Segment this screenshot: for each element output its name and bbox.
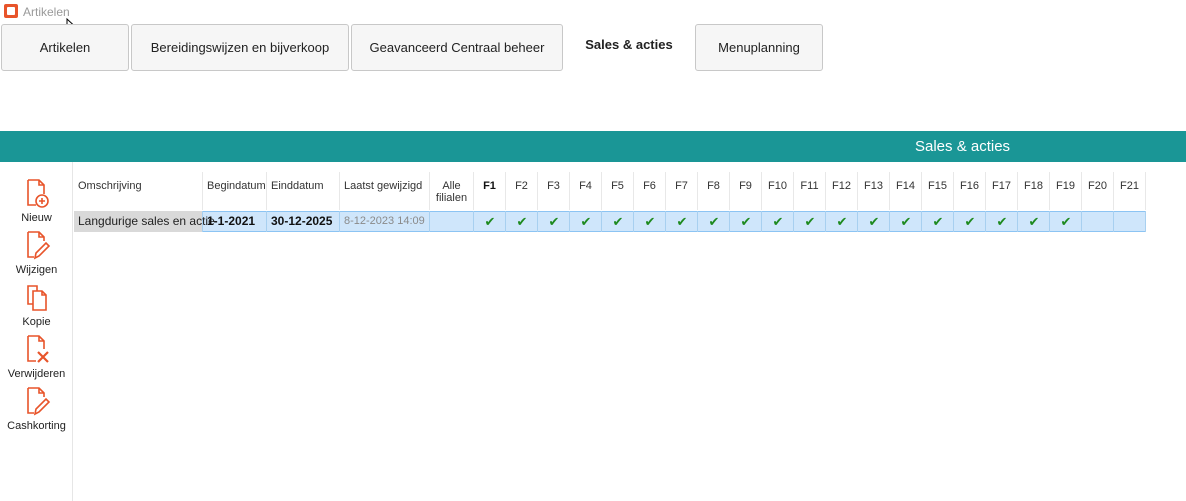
- cell-begindatum[interactable]: 1-1-2021: [203, 211, 267, 232]
- column-header-begindatum[interactable]: Begindatum: [203, 172, 267, 210]
- cell-omschrijving[interactable]: Langdurige sales en actie: [74, 211, 215, 232]
- checkmark-icon: ✔: [740, 214, 752, 229]
- column-header-f5[interactable]: F5: [602, 172, 634, 210]
- column-header-alle-filialen[interactable]: Alle filialen: [430, 172, 474, 210]
- section-header-bar: Sales & acties: [0, 131, 1186, 162]
- column-header-f12[interactable]: F12: [826, 172, 858, 210]
- document-add-icon: [26, 179, 49, 208]
- column-header-f7[interactable]: F7: [666, 172, 698, 210]
- checkmark-icon: ✔: [996, 214, 1008, 229]
- title-bar: Artikelen: [0, 0, 1186, 37]
- column-header-f11[interactable]: F11: [794, 172, 826, 210]
- cell-laatst-gewijzigd[interactable]: 8-12-2023 14:09: [340, 211, 430, 232]
- copy-icon: [26, 285, 47, 311]
- column-header-f10[interactable]: F10: [762, 172, 794, 210]
- tab-menuplanning[interactable]: Menuplanning: [695, 24, 823, 71]
- tab-geavanceerd-centraal-beheer[interactable]: Geavanceerd Centraal beheer: [351, 24, 563, 71]
- cell-branch-f21[interactable]: [1114, 211, 1146, 232]
- checkmark-icon: ✔: [1060, 214, 1072, 229]
- checkmark-icon: ✔: [964, 214, 976, 229]
- column-header-f6[interactable]: F6: [634, 172, 666, 210]
- checkmark-icon: ✔: [516, 214, 528, 229]
- checkmark-icon: ✔: [548, 214, 560, 229]
- checkmark-icon: ✔: [1028, 214, 1040, 229]
- cell-einddatum[interactable]: 30-12-2025: [267, 211, 340, 232]
- new-button-label: Nieuw: [21, 212, 52, 224]
- cash-discount-icon: [26, 387, 50, 416]
- column-header-f18[interactable]: F18: [1018, 172, 1050, 210]
- edit-button-label: Wijzigen: [15, 264, 58, 276]
- window-title: Artikelen: [23, 5, 70, 19]
- copy-button-label: Kopie: [22, 316, 51, 328]
- column-header-f3[interactable]: F3: [538, 172, 570, 210]
- column-header-laatst-gewijzigd[interactable]: Laatst gewijzigd: [340, 172, 430, 210]
- document-delete-icon: [26, 335, 49, 363]
- checkmark-icon: ✔: [772, 214, 784, 229]
- cell-branch-f20[interactable]: [1082, 211, 1114, 232]
- tab-artikelen[interactable]: Artikelen: [1, 24, 129, 71]
- column-header-einddatum[interactable]: Einddatum: [267, 172, 340, 210]
- column-header-f9[interactable]: F9: [730, 172, 762, 210]
- column-header-f8[interactable]: F8: [698, 172, 730, 210]
- column-header-f19[interactable]: F19: [1050, 172, 1082, 210]
- app-icon: [4, 4, 18, 18]
- new-button[interactable]: Nieuw: [0, 178, 73, 230]
- column-header-f20[interactable]: F20: [1082, 172, 1114, 210]
- column-header-f14[interactable]: F14: [890, 172, 922, 210]
- checkmark-icon: ✔: [708, 214, 720, 229]
- alle-line2: filialen: [435, 192, 468, 204]
- checkmark-icon: ✔: [644, 214, 656, 229]
- checkmark-icon: ✔: [676, 214, 688, 229]
- checkmark-icon: ✔: [932, 214, 944, 229]
- checkmark-icon: ✔: [580, 214, 592, 229]
- checkmark-icon: ✔: [484, 214, 496, 229]
- column-header-f17[interactable]: F17: [986, 172, 1018, 210]
- column-header-f1[interactable]: F1: [474, 172, 506, 210]
- column-header-omschrijving[interactable]: Omschrijving: [74, 172, 203, 210]
- copy-button[interactable]: Kopie: [0, 282, 73, 334]
- column-header-f15[interactable]: F15: [922, 172, 954, 210]
- column-header-f21[interactable]: F21: [1114, 172, 1146, 210]
- checkmark-icon: ✔: [612, 214, 624, 229]
- cash-discount-button[interactable]: Cashkorting: [0, 386, 73, 438]
- checkmark-icon: ✔: [868, 214, 880, 229]
- column-header-f13[interactable]: F13: [858, 172, 890, 210]
- action-sidebar: Nieuw Wijzigen Kopie Verwijderen Cashkor…: [0, 162, 73, 501]
- checkmark-icon: ✔: [900, 214, 912, 229]
- document-edit-icon: [26, 231, 50, 260]
- tab-sales-acties[interactable]: Sales & acties: [565, 21, 693, 68]
- checkmark-icon: ✔: [804, 214, 816, 229]
- section-title: Sales & acties: [915, 138, 1011, 155]
- delete-button[interactable]: Verwijderen: [0, 334, 73, 386]
- cash-discount-button-label: Cashkorting: [7, 420, 66, 432]
- alle-line1: Alle: [442, 180, 461, 192]
- cell-alle-filialen[interactable]: [430, 211, 474, 232]
- column-header-f2[interactable]: F2: [506, 172, 538, 210]
- edit-button[interactable]: Wijzigen: [0, 230, 73, 282]
- column-header-f16[interactable]: F16: [954, 172, 986, 210]
- delete-button-label: Verwijderen: [7, 368, 66, 380]
- tab-bereidingswijzen[interactable]: Bereidingswijzen en bijverkoop: [131, 24, 349, 71]
- column-header-f4[interactable]: F4: [570, 172, 602, 210]
- checkmark-icon: ✔: [836, 214, 848, 229]
